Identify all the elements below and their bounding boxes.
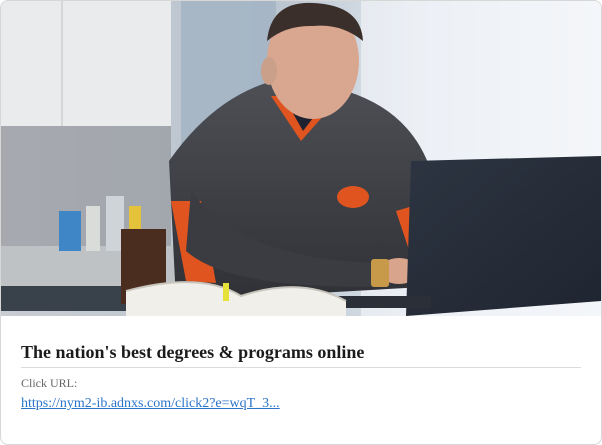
man-on-laptop-image <box>1 1 601 316</box>
ad-headline[interactable]: The nation's best degrees & programs onl… <box>21 341 581 363</box>
ad-card[interactable]: The nation's best degrees & programs onl… <box>0 0 602 445</box>
click-url-link[interactable]: https://nym2-ib.adnxs.com/click2?e=wqT_3… <box>21 395 581 413</box>
divider <box>21 367 581 368</box>
click-url-label: Click URL: <box>21 376 78 390</box>
ad-image[interactable] <box>1 1 601 316</box>
ad-text-block: The nation's best degrees & programs onl… <box>21 316 581 413</box>
